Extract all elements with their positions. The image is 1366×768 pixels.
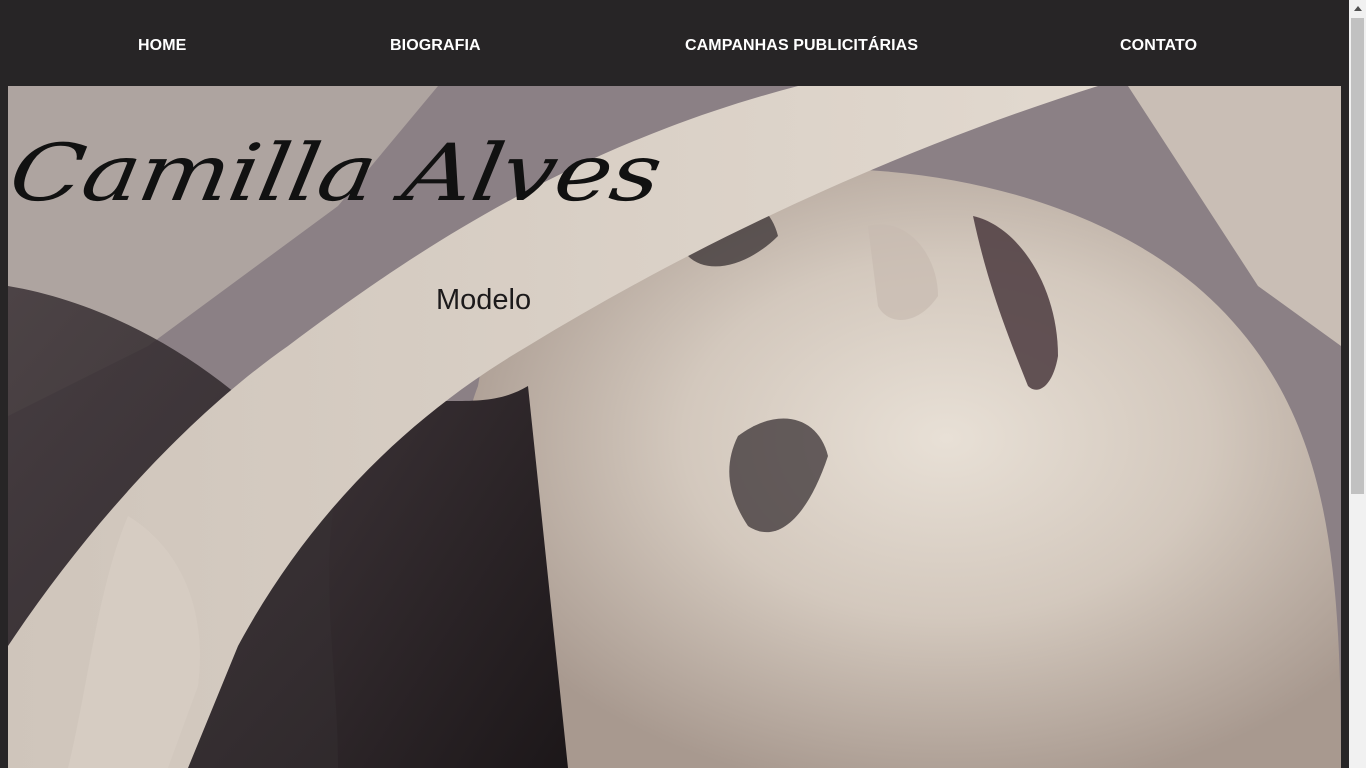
nav-contato-link[interactable]: CONTATO xyxy=(1120,37,1197,55)
nav-campanhas-link[interactable]: CAMPANHAS PUBLICITÁRIAS xyxy=(685,37,918,55)
scrollbar-thumb[interactable] xyxy=(1351,18,1364,494)
vertical-scrollbar[interactable] xyxy=(1349,0,1366,768)
scroll-up-arrow-icon[interactable] xyxy=(1349,0,1366,17)
nav-biografia-link[interactable]: BIOGRAFIA xyxy=(390,37,481,55)
nav-home-link[interactable]: HOME xyxy=(138,37,186,55)
logo-name: Camilla Alves xyxy=(8,127,668,219)
page: HOME BIOGRAFIA CAMPANHAS PUBLICITÁRIAS C… xyxy=(0,0,1349,768)
top-navigation: HOME BIOGRAFIA CAMPANHAS PUBLICITÁRIAS C… xyxy=(0,0,1349,86)
site-logo[interactable]: Camilla Alves Modelo xyxy=(8,127,668,332)
logo-subtitle: Modelo xyxy=(436,284,532,316)
hero-banner: Camilla Alves Modelo xyxy=(8,86,1341,768)
